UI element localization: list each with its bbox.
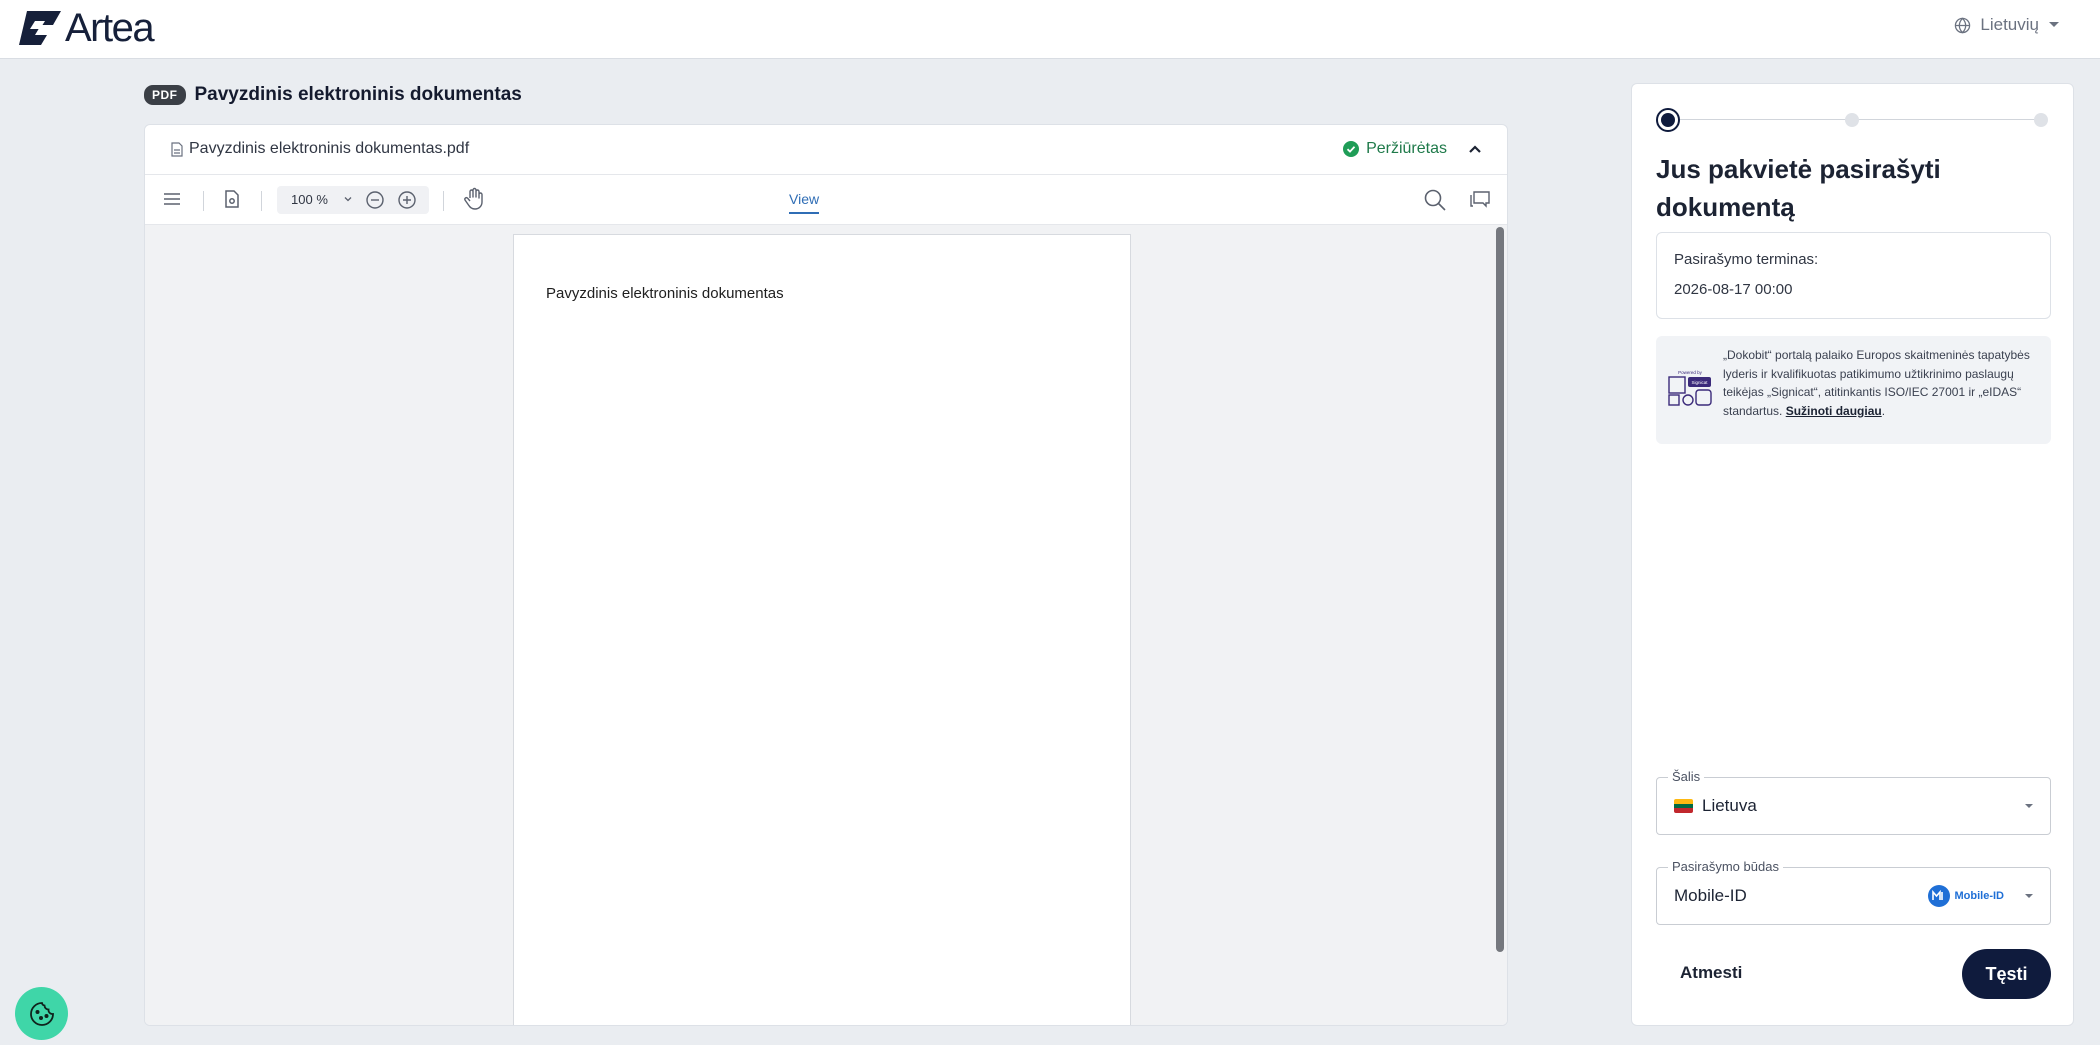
tab-view[interactable]: View — [789, 191, 820, 214]
viewer-toolbar: 100 % View — [145, 175, 1507, 225]
caret-down-icon — [2025, 894, 2033, 898]
reviewed-label: Peržiūrėtas — [1366, 140, 1447, 157]
stepper-line — [1680, 119, 2046, 120]
search-icon[interactable] — [1423, 188, 1447, 212]
country-value: Lietuva — [1674, 796, 1757, 816]
toolbar-divider — [261, 191, 262, 211]
svg-text:Signicat: Signicat — [1691, 380, 1708, 385]
toolbar-divider — [443, 191, 444, 211]
caret-down-icon — [2049, 22, 2059, 27]
country-label: Šalis — [1668, 769, 1705, 784]
file-name: Pavyzdinis elektroninis dokumentas.pdf — [171, 140, 469, 158]
step-3 — [2034, 113, 2048, 127]
learn-more-link[interactable]: Sužinoti daugiau — [1786, 404, 1882, 418]
signing-panel: Jus pakvietė pasirašyti dokumentą Pasira… — [1631, 83, 2074, 1026]
document-canvas[interactable]: Pavyzdinis elektroninis dokumentas — [145, 225, 1507, 1025]
signing-method-value: Mobile-ID — [1674, 886, 1747, 905]
language-selector[interactable]: Lietuvių — [1954, 15, 2060, 35]
svg-text:Powered by: Powered by — [1678, 370, 1703, 375]
reject-button[interactable]: Atmesti — [1680, 963, 1742, 983]
comments-icon[interactable] — [1469, 188, 1491, 210]
chevron-up-icon[interactable] — [1465, 139, 1485, 159]
country-select[interactable]: Šalis Lietuva — [1656, 769, 2051, 835]
top-bar: Artea Lietuvių — [0, 0, 2100, 59]
brand-name: Artea — [65, 6, 155, 50]
zoom-control: 100 % — [277, 186, 429, 214]
mobile-id-logo: Mobile-ID — [1927, 885, 2004, 907]
scrollbar[interactable] — [1496, 227, 1504, 1025]
file-icon — [171, 141, 183, 157]
zoom-in-icon[interactable] — [397, 190, 417, 210]
signing-method-label: Pasirašymo būdas — [1668, 859, 1783, 874]
menu-icon[interactable] — [163, 189, 181, 209]
page-thumbnail-icon[interactable] — [223, 189, 241, 209]
document-page: Pavyzdinis elektroninis dokumentas — [513, 234, 1131, 1025]
document-viewer: Pavyzdinis elektroninis dokumentas.pdf P… — [144, 124, 1508, 1026]
cookie-settings-button[interactable] — [15, 987, 68, 1040]
language-label: Lietuvių — [1980, 15, 2039, 34]
zoom-value[interactable]: 100 % — [291, 192, 328, 207]
page-content-text: Pavyzdinis elektroninis dokumentas — [546, 285, 784, 302]
caret-down-icon — [2025, 804, 2033, 808]
lithuania-flag-icon — [1674, 799, 1693, 813]
zoom-out-icon[interactable] — [365, 190, 385, 210]
pan-hand-icon[interactable] — [463, 187, 485, 211]
brand-logo[interactable]: Artea — [19, 6, 155, 50]
deadline-value: 2026-08-17 00:00 — [1674, 281, 1793, 298]
signicat-logo-icon: Powered by Signicat — [1668, 370, 1712, 406]
file-name-label: Pavyzdinis elektroninis dokumentas.pdf — [189, 140, 470, 157]
toolbar-divider — [203, 191, 204, 211]
deadline-box: Pasirašymo terminas: 2026-08-17 00:00 — [1656, 232, 2051, 319]
check-circle-icon — [1343, 141, 1360, 157]
trust-info-box: Powered by Signicat „Dokobit“ portalą pa… — [1656, 336, 2051, 444]
panel-title: Jus pakvietė pasirašyti dokumentą — [1656, 154, 1941, 222]
globe-icon — [1955, 17, 1971, 33]
scrollbar-thumb[interactable] — [1496, 227, 1504, 952]
progress-stepper — [1656, 108, 2051, 132]
signing-method-select[interactable]: Pasirašymo būdas Mobile-ID Mobile-ID — [1656, 859, 2051, 925]
zoom-dropdown-icon[interactable] — [343, 194, 353, 204]
mobile-id-icon — [1927, 885, 1950, 907]
step-1-active — [1656, 108, 1680, 132]
pdf-badge: PDF — [144, 85, 186, 105]
cookie-icon — [29, 1001, 54, 1026]
viewer-header: Pavyzdinis elektroninis dokumentas.pdf P… — [145, 125, 1507, 175]
artea-logo-icon — [19, 11, 61, 45]
continue-button[interactable]: Tęsti — [1962, 949, 2051, 999]
document-title: Pavyzdinis elektroninis dokumentas — [194, 84, 522, 105]
reviewed-status: Peržiūrėtas — [1343, 140, 1447, 158]
step-2 — [1845, 113, 1859, 127]
document-heading: PDF Pavyzdinis elektroninis dokumentas — [144, 84, 522, 106]
trust-info-text: „Dokobit“ portalą palaiko Europos skaitm… — [1723, 348, 2030, 418]
deadline-label: Pasirašymo terminas: — [1674, 251, 1819, 268]
